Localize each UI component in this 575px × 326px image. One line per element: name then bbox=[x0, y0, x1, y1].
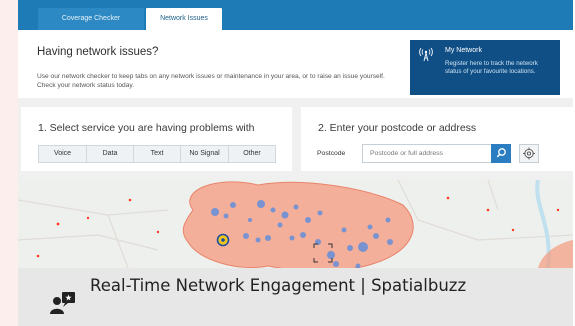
caption-text: Real-Time Network Engagement | Spatialbu… bbox=[90, 276, 467, 295]
step2-heading: 2. Enter your postcode or address bbox=[318, 122, 477, 134]
search-icon bbox=[496, 148, 506, 158]
caption-bar: Real-Time Network Engagement | Spatialbu… bbox=[18, 268, 573, 326]
my-network-description: Register here to track the network statu… bbox=[445, 60, 538, 75]
my-network-title: My Network bbox=[445, 47, 482, 54]
service-button-text[interactable]: Text bbox=[133, 145, 180, 163]
intro-description: Use our network checker to keep tabs on … bbox=[37, 73, 385, 89]
service-button-group: Voice Data Text No Signal Other bbox=[38, 145, 276, 163]
page-title: Having network issues? bbox=[37, 46, 159, 58]
location-marker-icon bbox=[216, 233, 230, 247]
step1-heading: 1. Select service you are having problem… bbox=[38, 122, 255, 134]
search-button[interactable] bbox=[491, 144, 511, 163]
postcode-panel: 2. Enter your postcode or address Postco… bbox=[301, 107, 573, 171]
crosshair-icon bbox=[523, 147, 535, 160]
postcode-label: Postcode bbox=[317, 150, 346, 157]
postcode-input[interactable] bbox=[362, 144, 491, 163]
service-button-voice[interactable]: Voice bbox=[38, 145, 86, 163]
locate-me-button[interactable] bbox=[519, 144, 539, 163]
service-button-data[interactable]: Data bbox=[86, 145, 133, 163]
left-accent-strip bbox=[0, 0, 18, 326]
tab-label: Network Issues bbox=[160, 15, 208, 22]
top-navigation-bar: Coverage Checker Network Issues bbox=[18, 0, 573, 30]
signal-tower-icon bbox=[419, 47, 433, 62]
tab-label: Coverage Checker bbox=[61, 15, 121, 22]
tab-network-issues[interactable]: Network Issues bbox=[146, 8, 222, 30]
service-selection-panel: 1. Select service you are having problem… bbox=[21, 107, 292, 171]
service-button-no-signal[interactable]: No Signal bbox=[180, 145, 228, 163]
my-network-card[interactable]: My Network Register here to track the ne… bbox=[410, 40, 560, 95]
network-issue-map[interactable] bbox=[18, 180, 573, 268]
chat-user-icon bbox=[50, 292, 75, 314]
tab-coverage-checker[interactable]: Coverage Checker bbox=[38, 8, 144, 30]
service-button-other[interactable]: Other bbox=[228, 145, 276, 163]
network-checker-screenshot: Coverage Checker Network Issues Having n… bbox=[18, 0, 573, 268]
